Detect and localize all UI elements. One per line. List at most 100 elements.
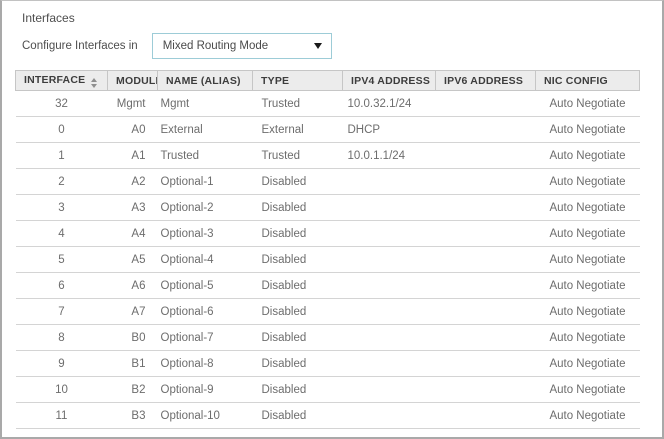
table-row[interactable]: 7A7Optional-6DisabledAuto Negotiate — [16, 299, 640, 325]
cell-type: Disabled — [253, 403, 343, 429]
cell-ipv4 — [343, 247, 436, 273]
cell-name: Trusted — [158, 143, 253, 169]
table-row[interactable]: 10B2Optional-9DisabledAuto Negotiate — [16, 377, 640, 403]
routing-mode-select[interactable]: Mixed Routing Mode — [152, 33, 332, 59]
cell-name: Optional-2 — [158, 195, 253, 221]
table-row[interactable]: 11B3Optional-10DisabledAuto Negotiate — [16, 403, 640, 429]
cell-type: Disabled — [253, 377, 343, 403]
table-row[interactable]: 0A0ExternalExternalDHCPAuto Negotiate — [16, 117, 640, 143]
table-row[interactable]: 9B1Optional-8DisabledAuto Negotiate — [16, 351, 640, 377]
chevron-down-icon — [314, 43, 322, 49]
cell-ipv4 — [343, 351, 436, 377]
panel-content: Interfaces Configure Interfaces in Mixed… — [2, 1, 662, 429]
table-row[interactable]: 8B0Optional-7DisabledAuto Negotiate — [16, 325, 640, 351]
column-header-name-alias[interactable]: NAME (ALIAS) — [158, 71, 253, 91]
cell-type: Disabled — [253, 247, 343, 273]
cell-module: A4 — [108, 221, 158, 247]
cell-interface: 7 — [16, 299, 108, 325]
cell-nic: Auto Negotiate — [536, 403, 640, 429]
cell-interface: 32 — [16, 91, 108, 117]
cell-name: Optional-5 — [158, 273, 253, 299]
cell-interface: 11 — [16, 403, 108, 429]
cell-module: B3 — [108, 403, 158, 429]
cell-type: Disabled — [253, 169, 343, 195]
cell-interface: 1 — [16, 143, 108, 169]
cell-name: Optional-1 — [158, 169, 253, 195]
routing-mode-selected-value: Mixed Routing Mode — [163, 40, 268, 52]
cell-nic: Auto Negotiate — [536, 247, 640, 273]
column-header-label: NAME (ALIAS) — [166, 75, 241, 87]
cell-interface: 3 — [16, 195, 108, 221]
column-header-label: IPV6 ADDRESS — [444, 75, 523, 87]
cell-name: Optional-4 — [158, 247, 253, 273]
sort-icon[interactable] — [91, 78, 97, 88]
cell-name: External — [158, 117, 253, 143]
cell-name: Optional-6 — [158, 299, 253, 325]
cell-interface: 5 — [16, 247, 108, 273]
cell-module: A0 — [108, 117, 158, 143]
table-row[interactable]: 5A5Optional-4DisabledAuto Negotiate — [16, 247, 640, 273]
table-body: 32MgmtMgmtTrusted10.0.32.1/24Auto Negoti… — [16, 91, 640, 429]
cell-ipv4 — [343, 325, 436, 351]
table-row[interactable]: 32MgmtMgmtTrusted10.0.32.1/24Auto Negoti… — [16, 91, 640, 117]
cell-ipv6 — [436, 377, 536, 403]
configure-row: Configure Interfaces in Mixed Routing Mo… — [22, 33, 662, 59]
column-header-nic-config[interactable]: NIC CONFIG — [536, 71, 640, 91]
cell-name: Mgmt — [158, 91, 253, 117]
cell-nic: Auto Negotiate — [536, 91, 640, 117]
configure-interfaces-label: Configure Interfaces in — [22, 40, 138, 52]
cell-module: A1 — [108, 143, 158, 169]
table-header-row: INTERFACE MODULE NAME (ALIAS) TYPE IPV4 … — [16, 71, 640, 91]
cell-nic: Auto Negotiate — [536, 195, 640, 221]
cell-nic: Auto Negotiate — [536, 325, 640, 351]
cell-ipv4 — [343, 221, 436, 247]
column-header-module[interactable]: MODULE — [108, 71, 158, 91]
cell-name: Optional-8 — [158, 351, 253, 377]
cell-ipv6 — [436, 169, 536, 195]
cell-name: Optional-3 — [158, 221, 253, 247]
column-header-type[interactable]: TYPE — [253, 71, 343, 91]
cell-module: B1 — [108, 351, 158, 377]
cell-nic: Auto Negotiate — [536, 169, 640, 195]
cell-ipv6 — [436, 247, 536, 273]
cell-module: B0 — [108, 325, 158, 351]
column-header-label: IPV4 ADDRESS — [351, 75, 430, 87]
table-row[interactable]: 4A4Optional-3DisabledAuto Negotiate — [16, 221, 640, 247]
cell-ipv6 — [436, 351, 536, 377]
column-header-ipv6[interactable]: IPV6 ADDRESS — [436, 71, 536, 91]
cell-name: Optional-9 — [158, 377, 253, 403]
cell-ipv4: 10.0.1.1/24 — [343, 143, 436, 169]
table-row[interactable]: 3A3Optional-2DisabledAuto Negotiate — [16, 195, 640, 221]
cell-ipv6 — [436, 273, 536, 299]
cell-nic: Auto Negotiate — [536, 299, 640, 325]
cell-ipv4 — [343, 273, 436, 299]
column-header-label: MODULE — [116, 75, 158, 87]
cell-type: Trusted — [253, 143, 343, 169]
cell-type: External — [253, 117, 343, 143]
cell-ipv4 — [343, 169, 436, 195]
cell-name: Optional-7 — [158, 325, 253, 351]
cell-module: A3 — [108, 195, 158, 221]
table-row[interactable]: 6A6Optional-5DisabledAuto Negotiate — [16, 273, 640, 299]
cell-type: Disabled — [253, 273, 343, 299]
cell-ipv4 — [343, 377, 436, 403]
cell-nic: Auto Negotiate — [536, 221, 640, 247]
table-row[interactable]: 1A1TrustedTrusted10.0.1.1/24Auto Negotia… — [16, 143, 640, 169]
cell-interface: 6 — [16, 273, 108, 299]
cell-nic: Auto Negotiate — [536, 143, 640, 169]
interfaces-table: INTERFACE MODULE NAME (ALIAS) TYPE IPV4 … — [15, 70, 640, 429]
cell-type: Trusted — [253, 91, 343, 117]
cell-nic: Auto Negotiate — [536, 351, 640, 377]
cell-type: Disabled — [253, 325, 343, 351]
column-header-interface[interactable]: INTERFACE — [16, 71, 108, 91]
column-header-ipv4[interactable]: IPV4 ADDRESS — [343, 71, 436, 91]
cell-module: A6 — [108, 273, 158, 299]
cell-interface: 0 — [16, 117, 108, 143]
interfaces-panel: Interfaces Configure Interfaces in Mixed… — [0, 0, 664, 439]
cell-type: Disabled — [253, 299, 343, 325]
cell-ipv6 — [436, 403, 536, 429]
cell-ipv4: 10.0.32.1/24 — [343, 91, 436, 117]
table-row[interactable]: 2A2Optional-1DisabledAuto Negotiate — [16, 169, 640, 195]
column-header-label: TYPE — [261, 75, 289, 87]
cell-ipv6 — [436, 117, 536, 143]
